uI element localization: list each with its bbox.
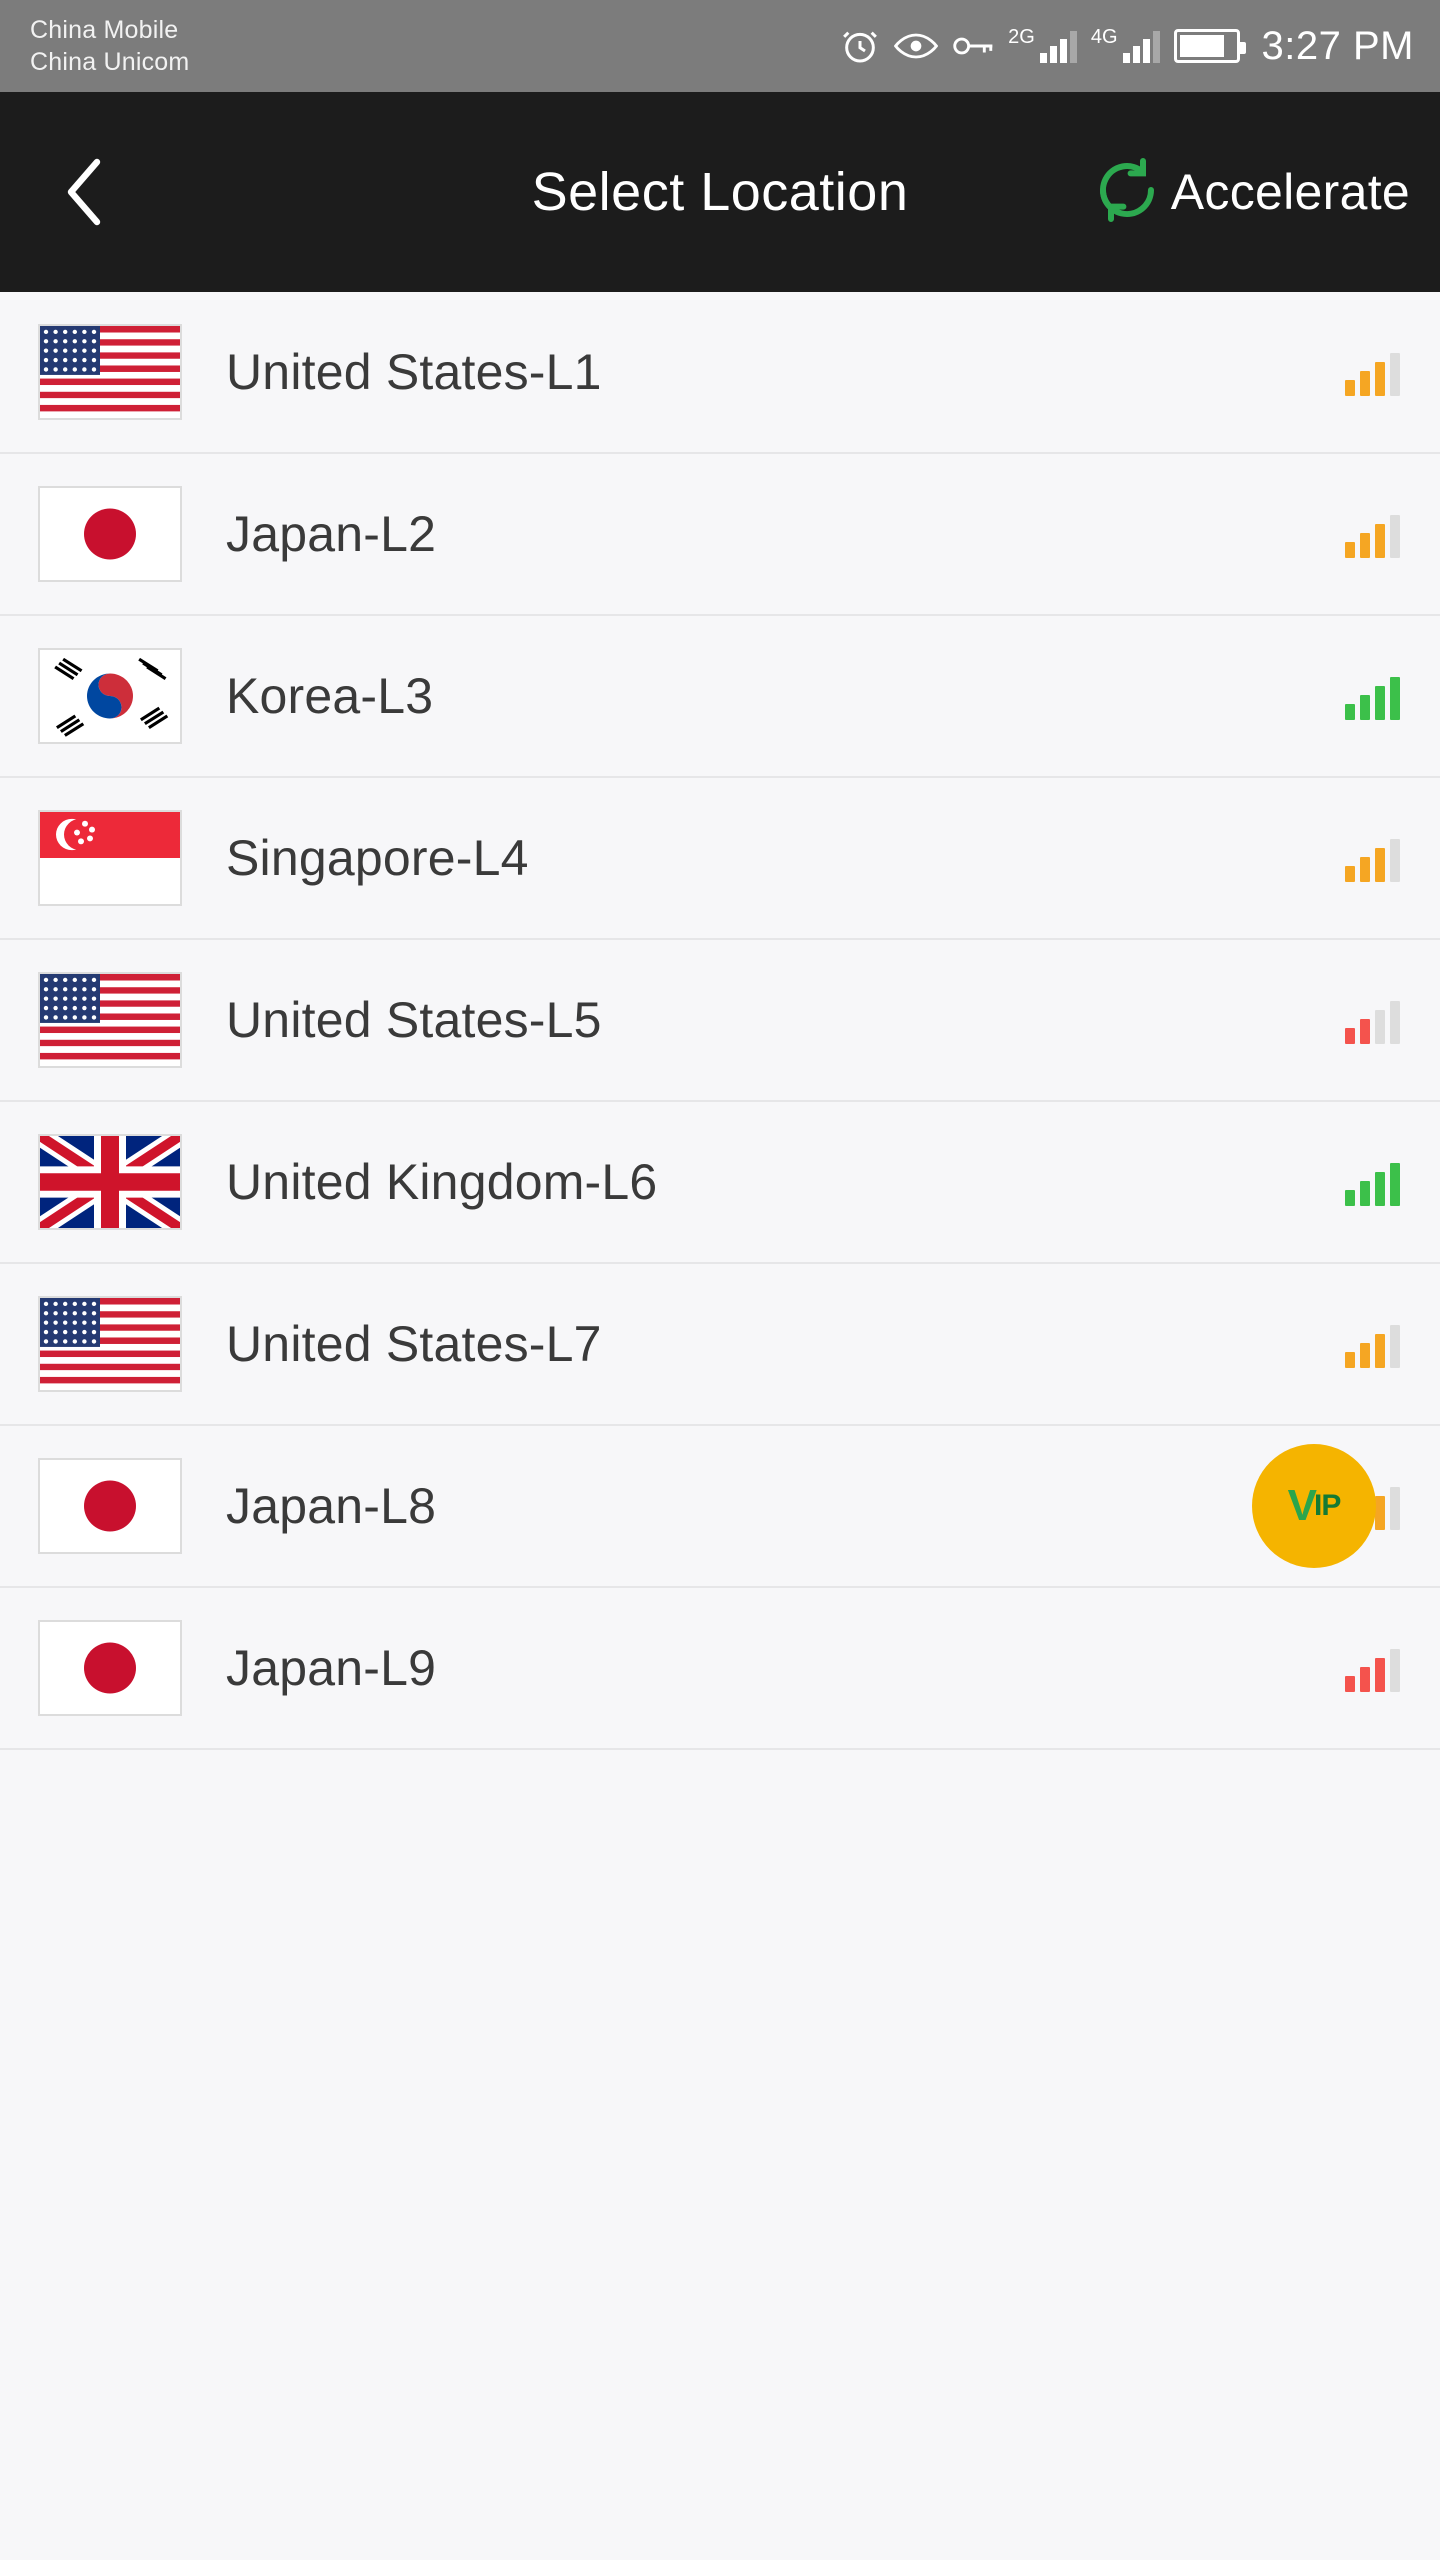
signal-bar	[1375, 1658, 1385, 1692]
network-label-2g: 2G	[1008, 26, 1035, 48]
location-name: United States-L5	[226, 992, 602, 1048]
signal-bar	[1345, 542, 1355, 558]
status-bar: China Mobile China Unicom 2G 4G 3:27 PM	[0, 0, 1440, 92]
location-list: United States-L1 Japan-L2 Korea-L3 Singa…	[0, 292, 1440, 1750]
signal-bar	[1390, 839, 1400, 882]
signal-bar	[1345, 1028, 1355, 1044]
signal-bar	[1360, 857, 1370, 882]
signal-bar	[1390, 515, 1400, 558]
location-row[interactable]: Japan-L8 V IP	[0, 1426, 1440, 1588]
signal-bar	[1345, 704, 1355, 720]
signal-bar	[1375, 524, 1385, 558]
signal-bar	[1360, 1343, 1370, 1368]
signal-2g: 2G	[1008, 26, 1077, 63]
vip-label-sub: IP	[1314, 1489, 1341, 1522]
location-row[interactable]: United States-L1	[0, 292, 1440, 454]
signal-strength-indicator	[1345, 834, 1400, 882]
location-row[interactable]: Korea-L3	[0, 616, 1440, 778]
signal-bar	[1345, 1352, 1355, 1368]
clock: 3:27 PM	[1261, 23, 1414, 68]
flag-icon-gb	[38, 1134, 182, 1230]
location-name: Korea-L3	[226, 668, 434, 724]
signal-bar	[1345, 866, 1355, 882]
location-row[interactable]: Japan-L2	[0, 454, 1440, 616]
signal-bars-2g	[1039, 29, 1077, 63]
chevron-left-icon	[59, 156, 111, 228]
status-icons: 2G 4G 3:27 PM	[840, 24, 1414, 69]
signal-bar	[1375, 1496, 1385, 1530]
title-bar: Select Location Accelerate	[0, 92, 1440, 292]
signal-strength-indicator	[1345, 672, 1400, 720]
accelerate-label: Accelerate	[1170, 164, 1410, 220]
signal-bar	[1360, 371, 1370, 396]
signal-bars-4g	[1122, 29, 1160, 63]
signal-bar	[1375, 362, 1385, 396]
vip-label-main: V	[1287, 1481, 1317, 1530]
battery-icon	[1173, 29, 1246, 63]
signal-bar	[1375, 686, 1385, 720]
signal-strength-indicator	[1345, 996, 1400, 1044]
location-row[interactable]: United States-L5	[0, 940, 1440, 1102]
flag-icon-jp	[38, 486, 182, 582]
signal-bar	[1360, 1019, 1370, 1044]
signal-bar	[1345, 1190, 1355, 1206]
location-name: Japan-L2	[226, 506, 437, 562]
flag-icon-sg	[38, 810, 182, 906]
signal-bar	[1375, 848, 1385, 882]
signal-bar	[1345, 1676, 1355, 1692]
flag-icon-jp	[38, 1620, 182, 1716]
location-row[interactable]: Japan-L9	[0, 1588, 1440, 1750]
carrier-2: China Unicom	[30, 48, 190, 76]
key-icon	[952, 33, 994, 59]
location-name: United States-L7	[226, 1316, 602, 1372]
signal-bar	[1375, 1334, 1385, 1368]
signal-bar	[1360, 1667, 1370, 1692]
signal-bar	[1375, 1010, 1385, 1044]
flag-icon-us	[38, 324, 182, 420]
location-name: Japan-L9	[226, 1640, 437, 1696]
location-name: Singapore-L4	[226, 830, 529, 886]
location-row[interactable]: United Kingdom-L6	[0, 1102, 1440, 1264]
signal-strength-indicator	[1345, 510, 1400, 558]
signal-bar	[1390, 1487, 1400, 1530]
signal-bar	[1390, 1163, 1400, 1206]
signal-bar	[1375, 1172, 1385, 1206]
flag-icon-us	[38, 972, 182, 1068]
vip-badge[interactable]: V IP	[1252, 1444, 1376, 1568]
location-name: United Kingdom-L6	[226, 1154, 658, 1210]
flag-icon-kr	[38, 648, 182, 744]
signal-strength-indicator	[1345, 348, 1400, 396]
signal-bar	[1390, 677, 1400, 720]
carrier-1: China Mobile	[30, 16, 179, 44]
signal-bar	[1390, 1001, 1400, 1044]
location-name: Japan-L8	[226, 1478, 437, 1534]
flag-icon-us	[38, 1296, 182, 1392]
signal-bar	[1360, 695, 1370, 720]
signal-bar	[1390, 353, 1400, 396]
signal-bar	[1390, 1325, 1400, 1368]
back-button[interactable]	[40, 147, 130, 237]
signal-bar	[1345, 380, 1355, 396]
refresh-circle-icon	[1091, 154, 1163, 231]
signal-bar	[1360, 533, 1370, 558]
accelerate-button[interactable]: Accelerate	[1091, 154, 1410, 231]
location-row[interactable]: Singapore-L4	[0, 778, 1440, 940]
location-name: United States-L1	[226, 344, 602, 400]
location-row[interactable]: United States-L7	[0, 1264, 1440, 1426]
signal-strength-indicator	[1345, 1644, 1400, 1692]
flag-icon-jp	[38, 1458, 182, 1554]
network-label-4g: 4G	[1090, 26, 1118, 48]
carrier-names: China Mobile China Unicom	[30, 14, 189, 78]
signal-bar	[1360, 1181, 1370, 1206]
signal-4g: 4G	[1090, 26, 1160, 63]
signal-bar	[1390, 1649, 1400, 1692]
signal-strength-indicator	[1345, 1320, 1400, 1368]
eye-icon	[894, 30, 939, 62]
alarm-icon	[840, 26, 880, 66]
signal-strength-indicator	[1345, 1158, 1400, 1206]
